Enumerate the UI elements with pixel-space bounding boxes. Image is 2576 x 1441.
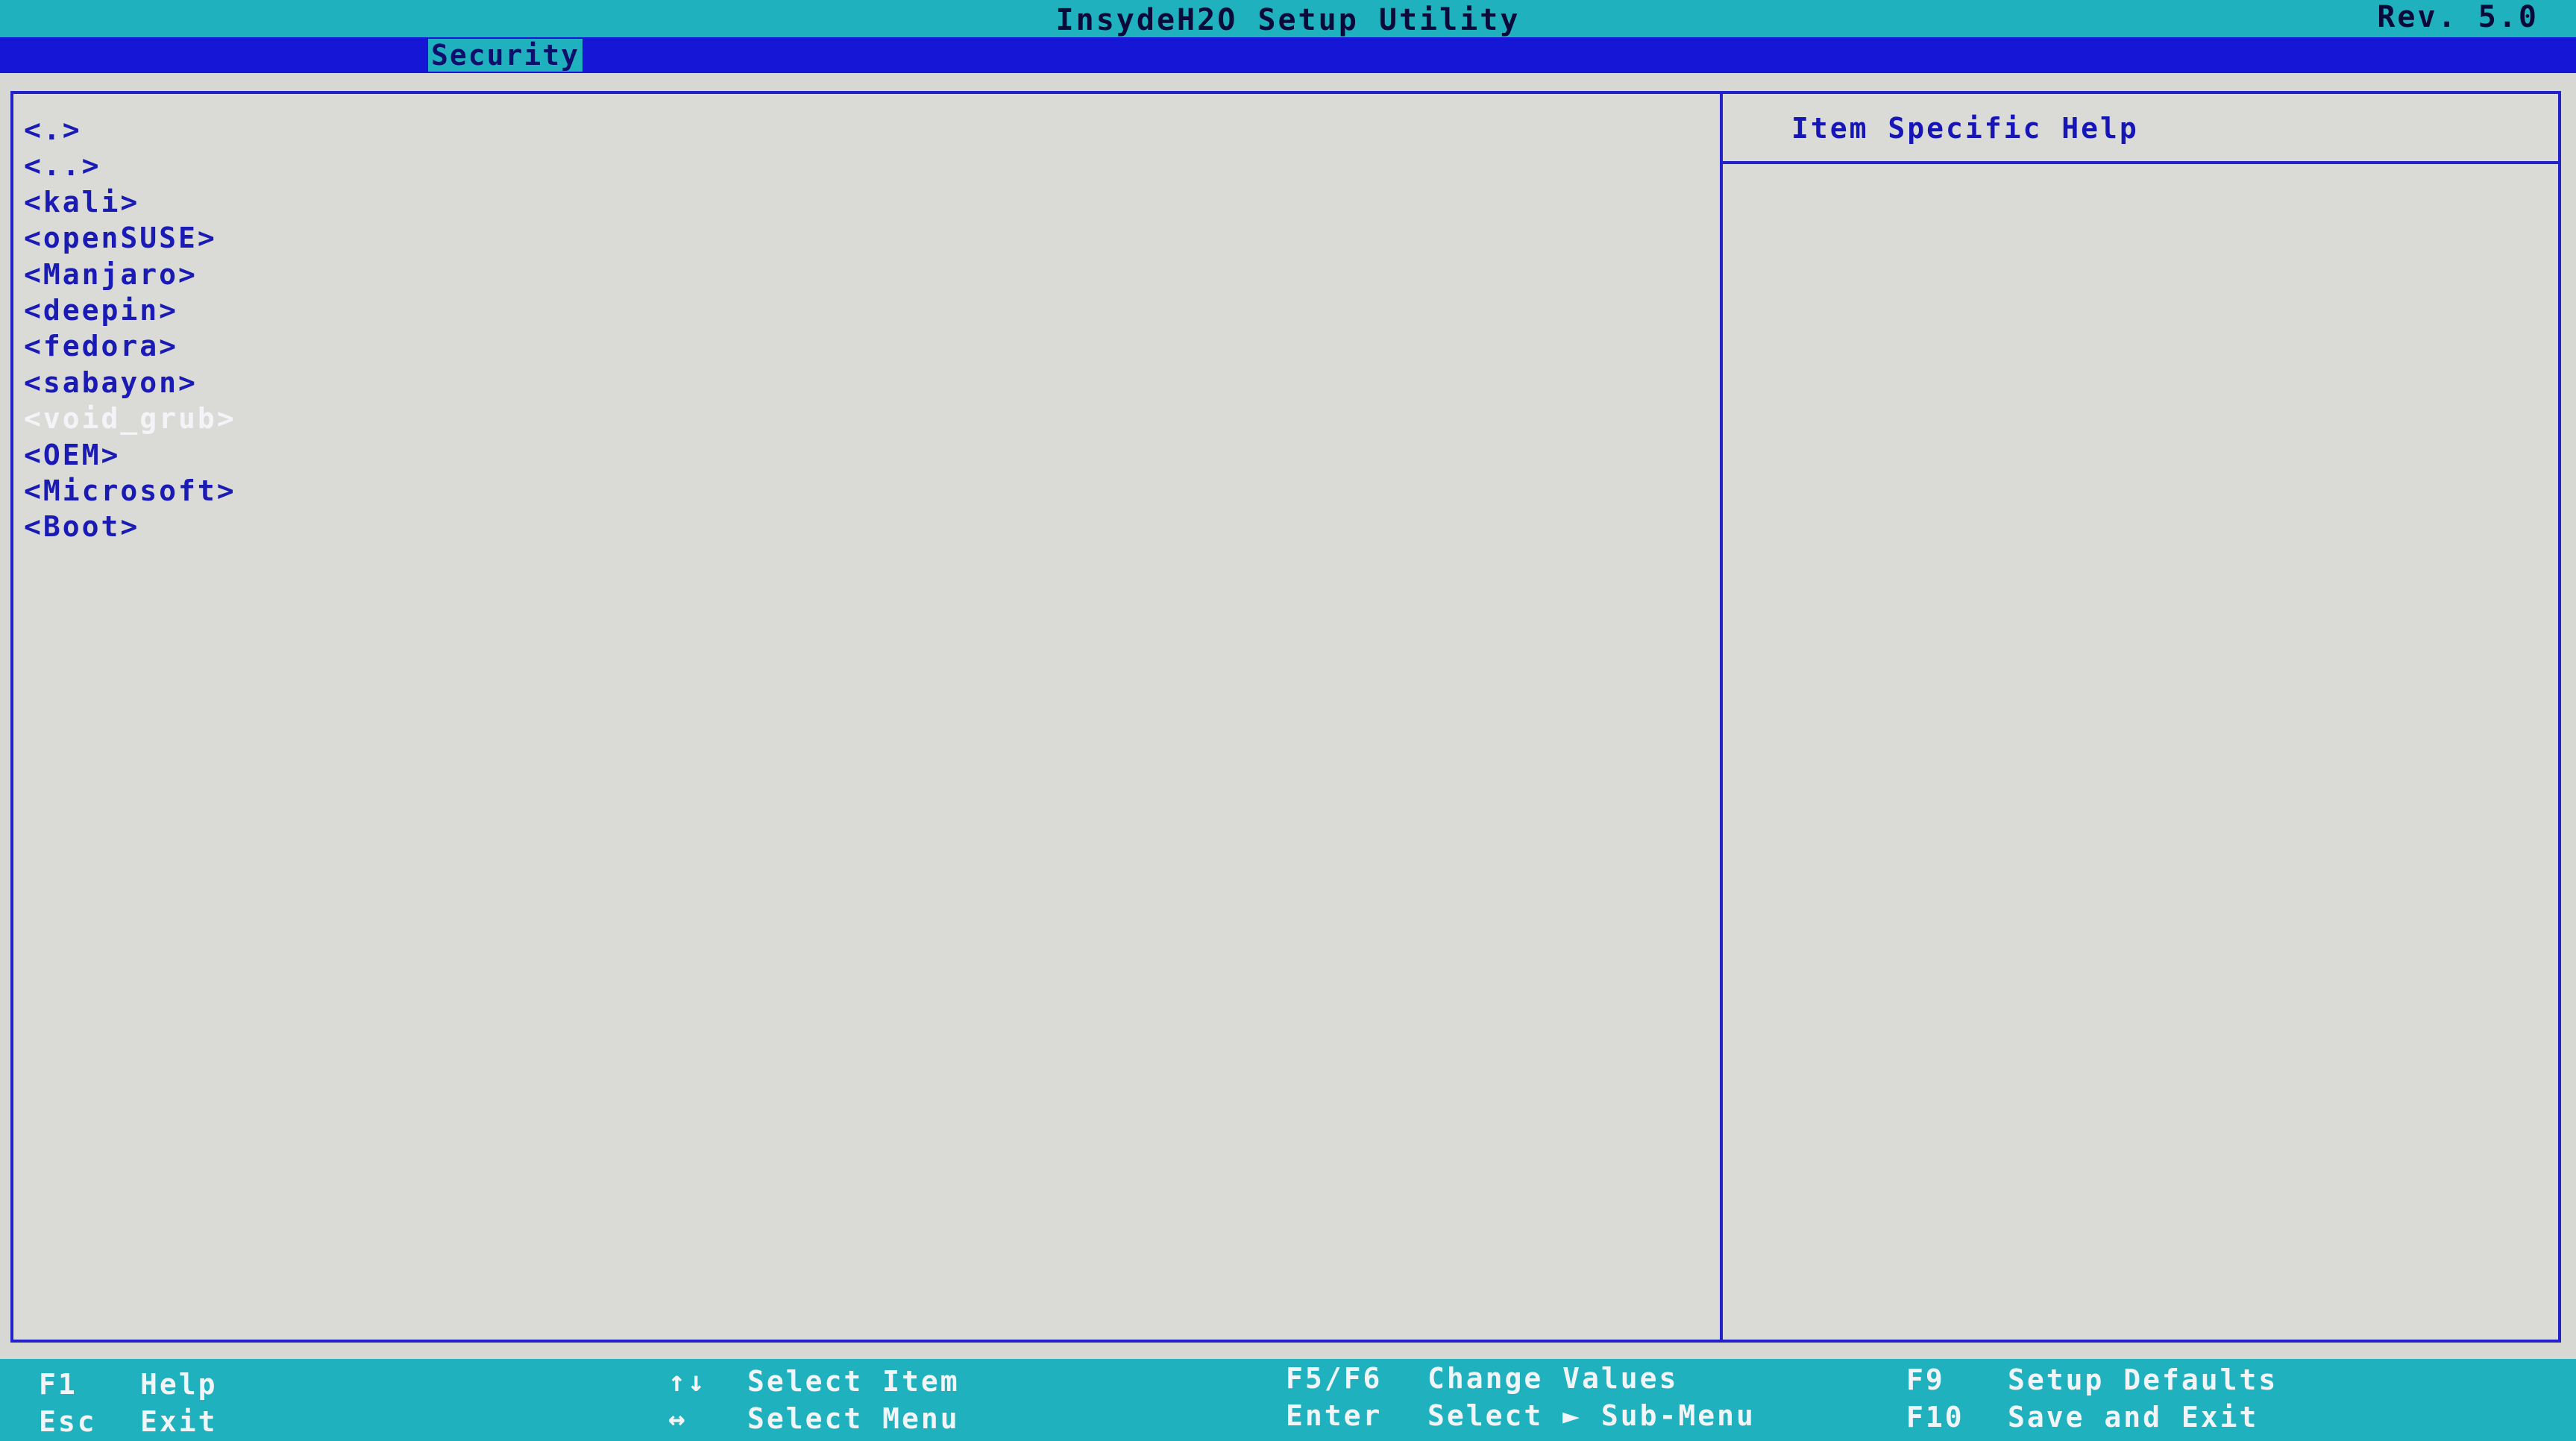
list-item-oem[interactable]: <OEM>	[24, 437, 236, 473]
list-item-microsoft[interactable]: <Microsoft>	[24, 473, 236, 509]
bios-screen: InsydeH2O Setup Utility Rev. 5.0 Securit…	[0, 0, 2576, 1441]
revision-label: Rev. 5.0	[2377, 0, 2539, 34]
file-browser-pane: <.> <..> <kali> <openSUSE> <Manjaro> <de…	[13, 94, 1720, 1340]
setup-defaults-label: Setup Defaults	[2008, 1363, 2278, 1396]
list-item-kali[interactable]: <kali>	[24, 184, 236, 220]
main-panel: <.> <..> <kali> <openSUSE> <Manjaro> <de…	[10, 91, 2561, 1343]
help-pane: Item Specific Help	[1723, 94, 2558, 1340]
enter-key: Enter	[1286, 1399, 1383, 1432]
list-item-boot[interactable]: <Boot>	[24, 509, 236, 544]
f1-label: Help	[140, 1368, 218, 1401]
tab-security[interactable]: Security	[428, 39, 583, 72]
change-values-label: Change Values	[1427, 1362, 1679, 1395]
title-bar: InsydeH2O Setup Utility Rev. 5.0	[0, 0, 2576, 37]
select-menu-label: Select Menu	[747, 1402, 960, 1435]
list-item-deepin[interactable]: <deepin>	[24, 292, 236, 328]
list-item-opensuse[interactable]: <openSUSE>	[24, 220, 236, 256]
select-item-label: Select Item	[747, 1365, 960, 1398]
menu-bar: Security	[0, 37, 2576, 73]
list-item-fedora[interactable]: <fedora>	[24, 328, 236, 364]
f10-key: F10	[1906, 1401, 1964, 1434]
f1-key: F1	[39, 1368, 78, 1401]
help-divider	[1723, 161, 2558, 164]
f9-key: F9	[1906, 1363, 1945, 1396]
left-right-arrows-icon: ↔	[668, 1402, 688, 1435]
esc-label: Exit	[140, 1405, 218, 1438]
list-item-void-grub[interactable]: <void_grub>	[24, 401, 236, 436]
list-item-current-dir[interactable]: <.>	[24, 112, 236, 148]
help-title: Item Specific Help	[1791, 112, 2139, 145]
list-item-parent-dir[interactable]: <..>	[24, 148, 236, 183]
app-title: InsydeH2O Setup Utility	[1055, 3, 1521, 37]
esc-key: Esc	[39, 1405, 97, 1438]
save-and-exit-label: Save and Exit	[2008, 1401, 2259, 1434]
f5-f6-key: F5/F6	[1286, 1362, 1383, 1395]
list-item-manjaro[interactable]: <Manjaro>	[24, 257, 236, 292]
file-list: <.> <..> <kali> <openSUSE> <Manjaro> <de…	[24, 112, 236, 545]
list-item-sabayon[interactable]: <sabayon>	[24, 365, 236, 401]
up-down-arrows-icon: ↑↓	[668, 1365, 707, 1398]
select-submenu-label: Select ► Sub-Menu	[1427, 1399, 1756, 1432]
key-legend-bar: F1 Help Esc Exit ↑↓ Select Item ↔ Select…	[0, 1359, 2576, 1441]
